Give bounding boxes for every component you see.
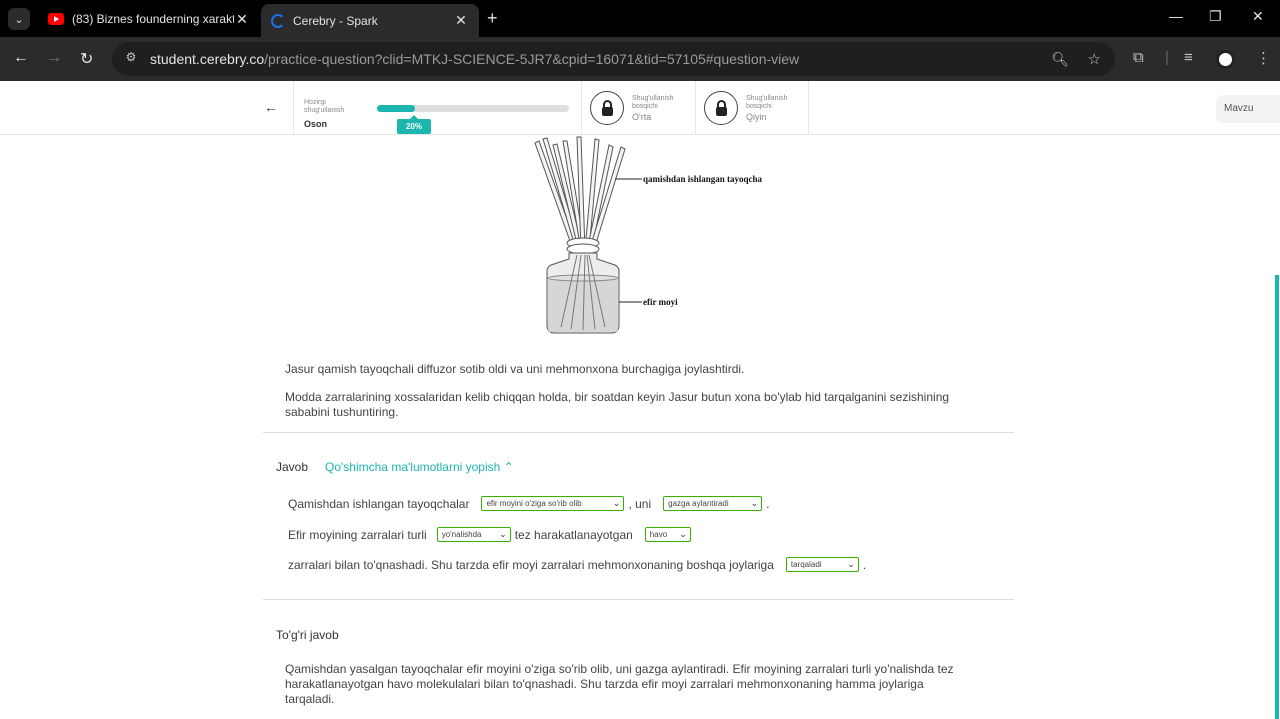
answer-select-2[interactable]: gazga aylantiradi ⌄ <box>663 496 763 511</box>
correct-answer-label: To'g'ri javob <box>276 628 339 642</box>
question-paragraph-1: Jasur qamish tayoqchali diffuzor sotib o… <box>285 362 745 376</box>
chevron-up-icon: ⌃ <box>503 460 514 474</box>
progress-bar <box>377 105 569 112</box>
answer-line-2: Efir moyining zarralari turli yo'nalishd… <box>288 527 695 542</box>
answer-select-4[interactable]: havo ⌄ <box>644 527 691 542</box>
answer-select-3[interactable]: yo'nalishda ⌄ <box>436 527 511 542</box>
practice-header: ← Hozirgi shug'ullanish Oson 20% Shug'ul… <box>0 81 1280 135</box>
media-control-icon[interactable]: ≡ <box>1184 49 1193 66</box>
extensions-puzzle-icon[interactable]: ⧉ <box>1133 49 1144 66</box>
answer-text: . <box>862 557 867 572</box>
url-path: /practice-question?clid=MTKJ-SCIENCE-5JR… <box>264 51 800 67</box>
current-level-name: Oson <box>304 119 328 129</box>
minimize-icon[interactable]: — <box>1169 8 1183 24</box>
browser-toolbar: ← → ↻ ⚙ student.cerebry.co /practice-que… <box>0 37 1280 81</box>
label-stick: qamishdan ishlangan tayoqcha <box>643 174 763 184</box>
answer-text: , uni <box>628 496 652 511</box>
answer-select-1[interactable]: efir moyini o'ziga so'rib olib ⌄ <box>481 496 625 511</box>
scrollbar[interactable] <box>1275 275 1279 719</box>
address-bar[interactable]: ⚙ student.cerebry.co /practice-question?… <box>112 42 1115 76</box>
close-icon[interactable]: ✕ <box>453 12 469 29</box>
lock-icon <box>704 91 738 125</box>
progress-fill <box>377 105 416 112</box>
forward-icon[interactable]: → <box>46 49 62 67</box>
site-settings-icon[interactable]: ⚙ <box>122 50 140 68</box>
level-caption: Shug'ullanish bosqichi <box>746 95 788 110</box>
window-close-icon[interactable]: ✕ <box>1252 8 1264 25</box>
divider <box>263 432 1014 433</box>
level-name: O'rta <box>632 112 652 122</box>
answer-line-1: Qamishdan ishlangan tayoqchalar efir moy… <box>288 496 769 511</box>
level-medium-panel[interactable]: Shug'ullanish bosqichi O'rta <box>582 81 696 135</box>
browser-tab-youtube[interactable]: (83) Biznes founderning xarakte ✕ <box>38 4 260 34</box>
back-arrow-icon[interactable]: ← <box>264 99 278 115</box>
answer-text: Efir moyining zarralari turli <box>288 527 427 542</box>
current-level-panel: Hozirgi shug'ullanish Oson 20% <box>293 81 582 135</box>
answer-select-5[interactable]: tarqaladi ⌄ <box>785 557 859 572</box>
answer-text: tez harakatlanayotgan <box>514 527 633 542</box>
bookmark-star-icon[interactable]: ☆ <box>1088 50 1101 68</box>
answer-text: zarralari bilan to'qnashadi. Shu tarzda … <box>288 557 774 572</box>
progress-badge: 20% <box>397 115 431 134</box>
divider <box>263 599 1014 600</box>
toggle-extra-info-link[interactable]: Qo'shimcha ma'lumotlarni yopish ⌃ <box>325 460 514 474</box>
restore-icon[interactable]: ❐ <box>1209 8 1222 25</box>
topic-button[interactable]: Mavzu <box>1216 95 1280 123</box>
level-hard-panel[interactable]: Shug'ullanish bosqichi Qiyin <box>696 81 809 135</box>
label-oil: efir moyi <box>643 297 678 307</box>
level-caption: Shug'ullanish bosqichi <box>632 95 674 110</box>
toggle-extra-info-label: Qo'shimcha ma'lumotlarni yopish <box>325 460 501 474</box>
answer-label: Javob <box>276 460 309 474</box>
level-name: Qiyin <box>746 112 767 122</box>
tab-search-chevron-icon[interactable]: ⌄ <box>8 8 30 30</box>
reload-icon[interactable]: ↻ <box>80 49 93 69</box>
zoom-icon[interactable]: 🔍︎ <box>1051 51 1069 68</box>
profile-avatar[interactable] <box>1216 50 1235 69</box>
url-host: student.cerebry.co <box>150 51 265 67</box>
current-level-caption: Hozirgi shug'ullanish <box>304 99 345 114</box>
close-icon[interactable]: ✕ <box>234 11 250 28</box>
answer-line-3: zarralari bilan to'qnashadi. Shu tarzda … <box>288 557 866 572</box>
question-paragraph-2: Modda zarralarining xossalaridan kelib c… <box>285 390 950 419</box>
more-menu-icon[interactable]: ⋮ <box>1256 49 1271 67</box>
back-icon[interactable]: ← <box>13 49 29 67</box>
diffuser-illustration: qamishdan ishlangan tayoqcha efir moyi <box>534 136 763 334</box>
chevron-down-icon: ⌄ <box>847 559 855 569</box>
youtube-icon <box>48 13 64 25</box>
toolbar-separator: | <box>1165 49 1169 66</box>
cerebry-icon <box>271 13 285 28</box>
answer-text: Qamishdan ishlangan tayoqchalar <box>288 496 470 511</box>
tab-title: Cerebry - Spark <box>293 13 378 28</box>
lock-icon <box>590 91 624 125</box>
chevron-down-icon: ⌄ <box>750 498 759 508</box>
chevron-down-icon: ⌄ <box>499 529 507 539</box>
chevron-down-icon: ⌄ <box>612 498 621 508</box>
chevron-down-icon: ⌄ <box>679 529 687 539</box>
tab-title: (83) Biznes founderning xarakte <box>72 12 234 26</box>
answer-text: . <box>766 496 770 511</box>
browser-tab-bar: ⌄ (83) Biznes founderning xarakte ✕ Cere… <box>0 0 1280 37</box>
browser-tab-cerebry[interactable]: Cerebry - Spark ✕ <box>261 4 479 37</box>
correct-answer-text: Qamishdan yasalgan tayoqchalar efir moyi… <box>285 662 954 706</box>
new-tab-plus-icon[interactable]: + <box>487 8 498 29</box>
